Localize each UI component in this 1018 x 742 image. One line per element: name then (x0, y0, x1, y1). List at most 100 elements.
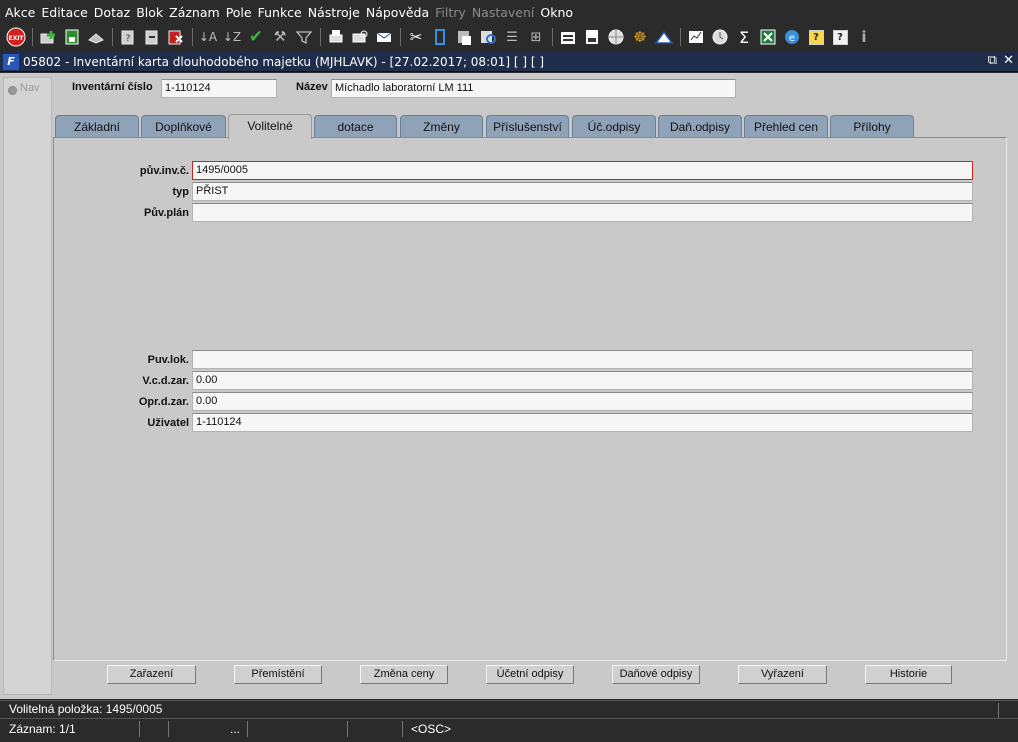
tree-button[interactable]: ⊞ (526, 27, 546, 47)
sort-desc-button[interactable]: ↓Z (222, 27, 242, 47)
historie-button[interactable]: Historie (865, 665, 952, 684)
uzivatel-field[interactable]: 1-110124 (192, 413, 973, 432)
cancel-query-button[interactable] (166, 27, 186, 47)
tab-prilohy[interactable]: Přílohy (830, 115, 914, 138)
puv-lok-field[interactable] (192, 350, 973, 369)
clock-button[interactable] (710, 27, 730, 47)
typ-field[interactable]: PŘIST (192, 182, 973, 201)
tab-prislusenstvi[interactable]: Příslušenství (486, 115, 569, 138)
status-separator (998, 703, 999, 719)
print-icon (329, 30, 343, 43)
ie-icon: e (785, 30, 799, 44)
puv-plan-field[interactable] (192, 203, 973, 222)
query-button[interactable]: ? (118, 27, 138, 47)
tab-volitelne[interactable]: Volitelné (228, 114, 312, 139)
triangle-icon (655, 30, 673, 44)
tab-zmeny[interactable]: Změny (400, 115, 483, 138)
tools-button[interactable]: ⚒ (270, 27, 290, 47)
menu-funkce[interactable]: Funkce (257, 5, 303, 20)
menu-okno[interactable]: Okno (539, 5, 574, 20)
query-run-button[interactable] (142, 27, 162, 47)
toolbar-separator (112, 28, 113, 46)
add-record-button[interactable] (38, 27, 58, 47)
ie-button[interactable]: e (782, 27, 802, 47)
record-indicator: Záznam: 1/1 (9, 722, 76, 736)
svg-text:?: ? (126, 34, 131, 44)
menu-napoveda[interactable]: Nápověda (365, 5, 430, 20)
chart-button[interactable] (686, 27, 706, 47)
paste-icon (458, 31, 471, 45)
typ-label: typ (172, 186, 190, 198)
triangle-button[interactable] (654, 27, 674, 47)
commit-button[interactable]: ✔ (246, 27, 266, 47)
sum-button[interactable]: Σ (734, 27, 754, 47)
close-icon[interactable]: ✕ (1003, 53, 1014, 68)
tab-uc-odpisy[interactable]: Úč.odpisy (572, 115, 656, 138)
commit-check-icon: ✔ (248, 27, 264, 47)
vyrazeni-button[interactable]: Vyřazení (738, 665, 827, 684)
tab-zakladni[interactable]: Základní (55, 115, 139, 138)
list-button[interactable]: ☰ (502, 27, 522, 47)
tab-dan-odpisy[interactable]: Daň.odpisy (658, 115, 742, 138)
menu-akce[interactable]: Akce (4, 5, 36, 20)
exit-button[interactable]: EXIT (6, 27, 26, 47)
menu-dotaz[interactable]: Dotaz (93, 5, 131, 20)
mail-icon (376, 32, 392, 42)
save-button[interactable] (62, 27, 82, 47)
document-button[interactable] (582, 27, 602, 47)
tab-doplnkove[interactable]: Doplňkové (141, 115, 226, 138)
mail-button[interactable] (374, 27, 394, 47)
filter-button[interactable] (294, 27, 314, 47)
puv-inv-field[interactable]: 1495/0005 (192, 161, 973, 180)
nav-radio[interactable] (8, 86, 17, 95)
query-icon: ? (121, 30, 134, 45)
status-ellipsis: ... (230, 722, 241, 736)
status-separator (247, 721, 248, 737)
restore-icon[interactable]: ⧉ (988, 53, 997, 68)
menu-zaznam[interactable]: Záznam (168, 5, 221, 20)
premisteni-button[interactable]: Přemístění (234, 665, 322, 684)
steering-button[interactable]: ☸ (630, 27, 650, 47)
cut-button[interactable]: ✂ (406, 27, 426, 47)
paste-button[interactable] (454, 27, 474, 47)
inventory-number-field[interactable]: 1-110124 (161, 79, 277, 98)
vcd-zar-field[interactable]: 0.00 (192, 371, 973, 390)
status-message: Volitelná položka: 1495/0005 (9, 702, 163, 716)
delete-button[interactable] (86, 27, 106, 47)
help-button[interactable]: ? (806, 27, 826, 47)
status-message-bar: Volitelná položka: 1495/0005 (0, 700, 1018, 719)
toolbar-separator (192, 28, 193, 46)
info-button[interactable]: i (854, 27, 874, 47)
opr-d-zar-field[interactable]: 0.00 (192, 392, 973, 411)
opr-d-zar-label: Opr.d.zar. (138, 396, 189, 408)
name-field[interactable]: Míchadlo laboratorní LM 111 (331, 79, 736, 98)
print-preview-button[interactable] (350, 27, 370, 47)
zarazeni-button[interactable]: Zařazení (107, 665, 196, 684)
tree-icon: ⊞ (530, 29, 542, 45)
danove-odpisy-button[interactable]: Daňové odpisy (612, 665, 700, 684)
export-button[interactable] (558, 27, 578, 47)
copy-button[interactable] (430, 27, 450, 47)
ucetni-odpisy-button[interactable]: Účetní odpisy (486, 665, 574, 684)
cut-icon: ✂ (409, 28, 423, 46)
print-button[interactable] (326, 27, 346, 47)
sum-icon: Σ (738, 27, 750, 47)
window-title: 05802 - Inventární karta dlouhodobého ma… (23, 54, 545, 69)
lov-button[interactable] (478, 27, 498, 47)
menu-editace[interactable]: Editace (40, 5, 88, 20)
vcd-zar-label: V.c.d.zar. (142, 375, 189, 387)
excel-icon (760, 29, 776, 45)
sort-asc-button[interactable]: ↓A (198, 27, 218, 47)
tab-dotace[interactable]: dotace (314, 115, 397, 138)
lov-icon (481, 31, 496, 44)
menu-pole[interactable]: Pole (225, 5, 253, 20)
menu-nastroje[interactable]: Nástroje (307, 5, 361, 20)
excel-button[interactable] (758, 27, 778, 47)
nav-label: Nav (20, 82, 40, 94)
zmena-ceny-button[interactable]: Změna ceny (360, 665, 448, 684)
menu-blok[interactable]: Blok (135, 5, 164, 20)
context-help-button[interactable]: ? (830, 27, 850, 47)
globe-button[interactable] (606, 27, 626, 47)
tab-prehled-cen[interactable]: Přehled cen (744, 115, 828, 138)
puv-inv-label: pův.inv.č. (139, 165, 189, 177)
